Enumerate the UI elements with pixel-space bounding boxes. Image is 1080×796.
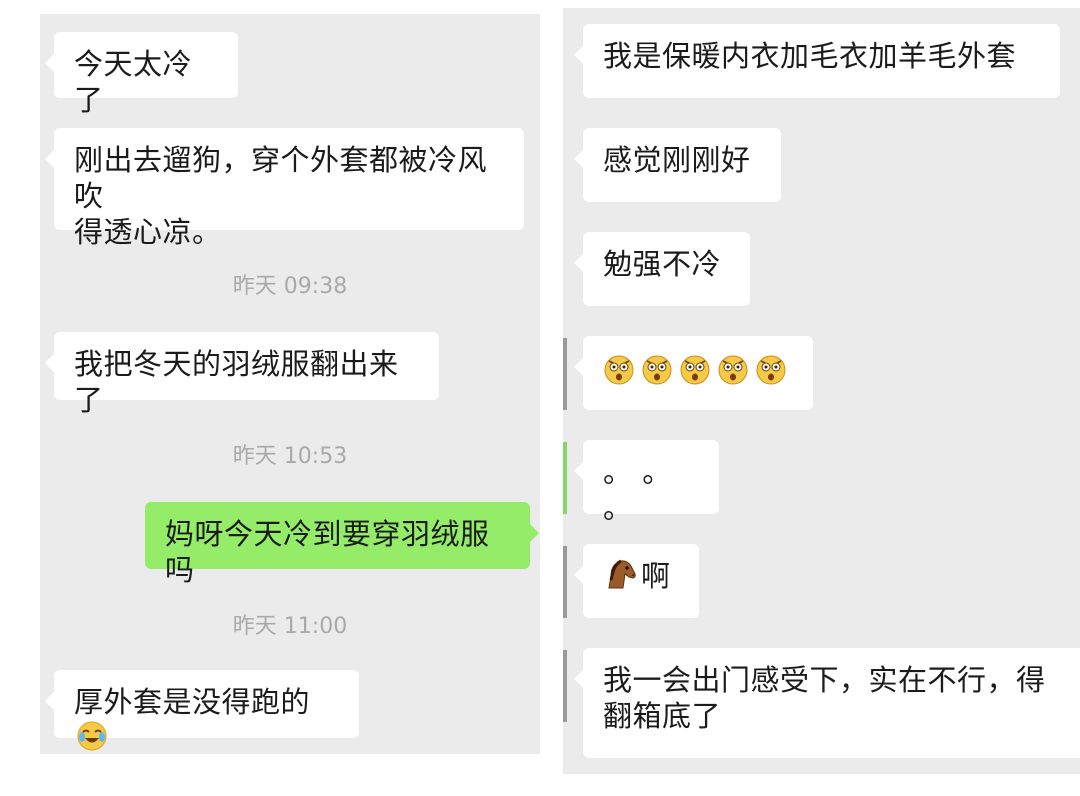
- message-bubble[interactable]: 我把冬天的羽绒服翻出来了: [45, 332, 439, 417]
- message-bubble[interactable]: 啊: [574, 544, 699, 618]
- message-text-line: 翻箱底了: [603, 699, 722, 733]
- message-text: 今天太冷了: [74, 47, 193, 117]
- message-bubble[interactable]: 我是保暖内衣加毛衣加羊毛外套: [574, 24, 1060, 98]
- timestamp: 昨天 09:38: [232, 274, 348, 299]
- message-bubble[interactable]: 厚外套是没得跑的: [45, 670, 359, 751]
- message-text: 我是保暖内衣加毛衣加羊毛外套: [603, 39, 1017, 73]
- message-text-line: 刚出去遛狗，穿个外套都被冷风吹: [74, 143, 488, 213]
- edge-mark: [563, 338, 567, 410]
- edge-mark: [563, 650, 567, 722]
- message-bubble[interactable]: 今天太冷了: [45, 32, 238, 117]
- message-text: 。 。 。: [603, 455, 672, 525]
- timestamp: 昨天 10:53: [232, 444, 348, 469]
- message-bubble[interactable]: 勉强不冷: [574, 232, 750, 306]
- message-text: 妈呀今天冷到要穿羽绒服吗: [165, 517, 490, 587]
- astonished-face-emoji-icon: [679, 354, 711, 394]
- message-bubble[interactable]: 。 。 。: [574, 440, 719, 525]
- message-text: 我把冬天的羽绒服翻出来了: [74, 347, 399, 417]
- right-chat-panel: 我是保暖内衣加毛衣加羊毛外套 感觉刚刚好 勉强不冷 。 。 。 啊 我一会出门感…: [563, 8, 1080, 774]
- edge-mark: [563, 546, 567, 618]
- emoji-message-bubble[interactable]: [574, 336, 813, 410]
- message-text: 啊: [641, 559, 671, 593]
- message-bubble[interactable]: 感觉刚刚好: [574, 128, 781, 202]
- message-text: 感觉刚刚好: [603, 143, 751, 177]
- crying-laughing-emoji-icon: [76, 720, 108, 754]
- message-text-line: 得透心凉。: [74, 215, 222, 249]
- horse-emoji-icon: [603, 558, 637, 598]
- sent-message-bubble[interactable]: 妈呀今天冷到要穿羽绒服吗: [145, 502, 539, 587]
- astonished-face-emoji-icon: [641, 354, 673, 394]
- astonished-face-emoji-icon: [755, 354, 787, 394]
- astonished-face-emoji-icon: [603, 354, 635, 394]
- edge-mark: [563, 442, 567, 514]
- message-bubble[interactable]: 我一会出门感受下，实在不行，得 翻箱底了: [574, 648, 1080, 758]
- astonished-face-emoji-icon: [717, 354, 749, 394]
- message-text-line: 我一会出门感受下，实在不行，得: [603, 663, 1046, 697]
- message-bubble[interactable]: 刚出去遛狗，穿个外套都被冷风吹 得透心凉。: [45, 128, 524, 249]
- message-text: 勉强不冷: [603, 247, 722, 281]
- left-chat-panel: 今天太冷了 刚出去遛狗，穿个外套都被冷风吹 得透心凉。 昨天 09:38 我把冬…: [40, 14, 540, 754]
- message-text: 厚外套是没得跑的: [74, 685, 311, 719]
- timestamp: 昨天 11:00: [232, 614, 348, 639]
